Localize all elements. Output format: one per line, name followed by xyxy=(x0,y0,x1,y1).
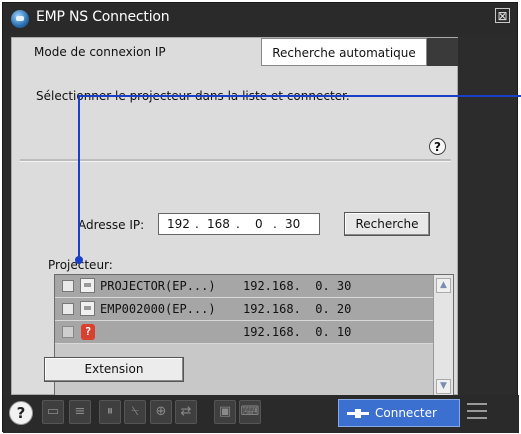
document-icon[interactable]: ≡ xyxy=(69,400,91,424)
projector-name: EMP002000(EP...) xyxy=(100,302,216,316)
title-bar: EMP NS Connection ⊠ xyxy=(3,3,517,33)
divider xyxy=(20,159,451,162)
projector-checkbox[interactable] xyxy=(62,326,74,338)
callout-line xyxy=(78,95,521,97)
tab-ip-connection[interactable]: Mode de connexion IP xyxy=(12,38,261,66)
ip-dot-3: . xyxy=(273,217,277,231)
projector-ip: 192.168. 0. 10 xyxy=(243,325,352,339)
ip-address-label: Adresse IP: xyxy=(78,218,145,232)
window-title: EMP NS Connection xyxy=(36,9,170,25)
list-scrollbar[interactable]: ▲ ▼ xyxy=(433,275,453,399)
tab-auto-search[interactable]: Recherche automatique xyxy=(261,38,427,66)
unknown-projector-icon: ? xyxy=(81,324,95,340)
ip-octet-1[interactable]: 192 xyxy=(167,217,190,231)
projector-icon xyxy=(80,301,95,316)
projector-checkbox[interactable] xyxy=(62,280,74,292)
display-icon[interactable]: ▭ xyxy=(42,400,64,424)
plug-icon xyxy=(347,409,369,418)
ip-dot-2: . xyxy=(236,217,240,231)
callout-line xyxy=(78,95,80,260)
list-item[interactable]: ? 192.168. 0. 10 xyxy=(55,321,433,344)
ip-octet-3[interactable]: 0 xyxy=(255,217,263,231)
ip-octet-2[interactable]: 168 xyxy=(207,217,230,231)
mute-icon[interactable]: ⍀ xyxy=(124,400,146,424)
tab-bar: Mode de connexion IP Recherche automatiq… xyxy=(12,38,459,66)
ip-octet-4[interactable]: 30 xyxy=(285,217,300,231)
projector-ip: 192.168. 0. 20 xyxy=(243,302,352,316)
keyboard-icon[interactable]: ⌨ xyxy=(239,400,261,424)
menu-icon[interactable] xyxy=(467,403,487,425)
bottom-toolbar: ? ▭ ≡ ⏸ ⍀ ⊕ ⇄ ▣ ⌨ Connecter xyxy=(3,395,519,433)
ip-address-field[interactable]: 192 . 168 . 0 . 30 xyxy=(158,213,320,235)
extension-button[interactable]: Extension xyxy=(44,357,184,382)
callout-dot xyxy=(75,256,83,264)
app-logo-icon xyxy=(11,10,29,28)
tabstrip-filler xyxy=(427,38,459,66)
projector-ip: 192.168. 0. 30 xyxy=(243,279,352,293)
source-icon[interactable]: ⇄ xyxy=(175,400,197,424)
connect-label: Connecter xyxy=(375,406,437,420)
help-icon[interactable]: ? xyxy=(429,138,446,155)
ip-dot-1: . xyxy=(195,217,199,231)
side-strip xyxy=(458,37,514,395)
scroll-up-icon[interactable]: ▲ xyxy=(436,278,451,293)
close-button[interactable]: ⊠ xyxy=(495,8,510,23)
list-item[interactable]: EMP002000(EP...) 192.168. 0. 20 xyxy=(55,298,433,321)
projector-checkbox[interactable] xyxy=(62,303,74,315)
video-icon[interactable]: ▣ xyxy=(214,400,236,424)
search-button[interactable]: Recherche xyxy=(344,212,430,236)
help-button[interactable]: ? xyxy=(9,401,33,425)
projector-name: PROJECTOR(EP...) xyxy=(100,279,216,293)
pause-icon[interactable]: ⏸ xyxy=(99,400,121,424)
zoom-icon[interactable]: ⊕ xyxy=(150,400,172,424)
connect-button[interactable]: Connecter xyxy=(338,399,460,427)
list-item[interactable]: PROJECTOR(EP...) 192.168. 0. 30 xyxy=(55,275,433,298)
scroll-down-icon[interactable]: ▼ xyxy=(436,379,451,394)
projector-icon xyxy=(80,278,95,293)
